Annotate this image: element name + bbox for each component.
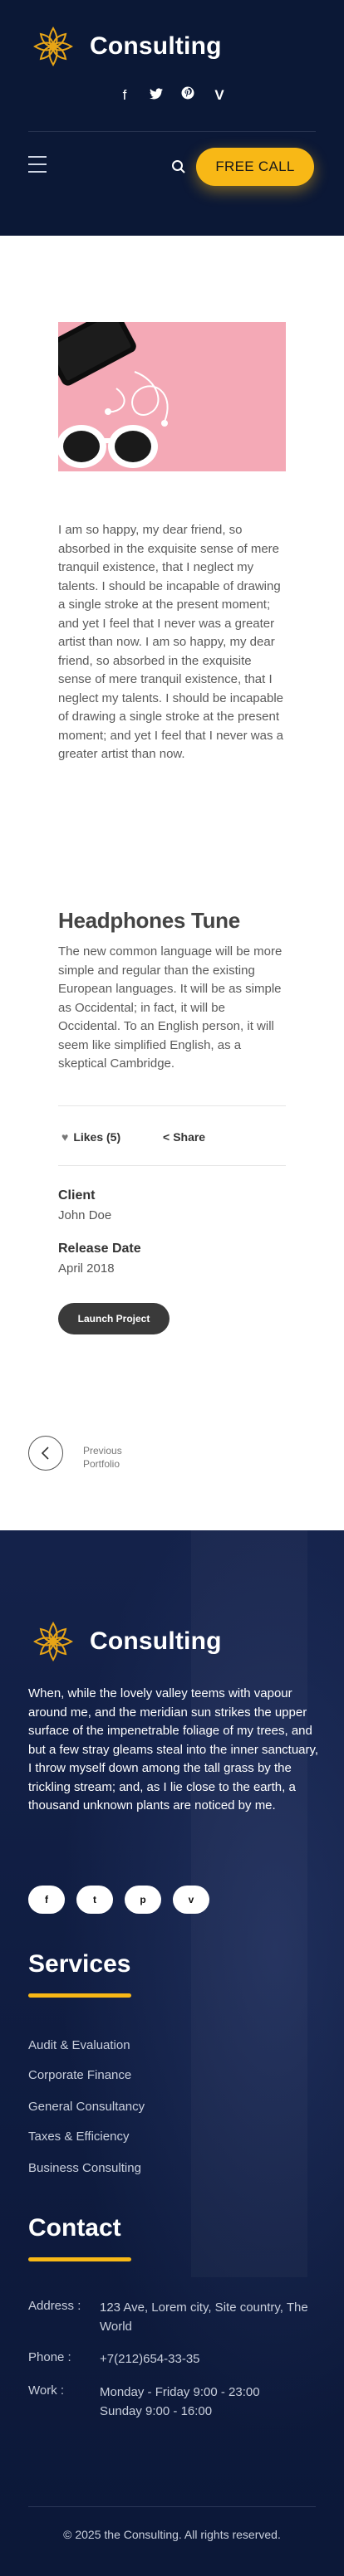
project-intro-text: I am so happy, my dear friend, so absorb… [58,523,284,761]
service-link-consultancy[interactable]: General Consultancy [28,2100,145,2114]
site-footer: Consulting When, while the lovely valley… [0,1530,344,2576]
twitter-icon[interactable] [146,87,166,104]
services-heading: Services [28,1950,131,1978]
launch-project-button[interactable]: Launch Project [58,1303,170,1334]
vimeo-icon[interactable]: v [173,1886,209,1914]
lotus-logo-icon [33,27,73,66]
phone-value[interactable]: +7(212)654-33-35 [100,2350,324,2369]
twitter-icon[interactable]: t [76,1886,113,1914]
lotus-logo-icon [33,1622,73,1661]
divider-bottom [58,1165,286,1166]
service-link-finance[interactable]: Corporate Finance [28,2068,131,2082]
header-divider [28,131,316,132]
work-hours-label: Work : [28,2383,65,2398]
portfolio-label: Portfolio [83,1458,120,1470]
footer-brand-name: Consulting [90,1627,222,1655]
likes-label: Likes (5) [73,1130,121,1144]
address-value: 123 Ave, Lorem city, Site country, The W… [100,2300,308,2334]
client-label: Client [58,1188,96,1203]
project-detail: I am so happy, my dear friend, so absorb… [0,236,344,1530]
service-link-taxes[interactable]: Taxes & Efficiency [28,2130,129,2144]
free-call-button[interactable]: FREE CALL [196,148,314,186]
release-date-value: April 2018 [58,1261,115,1276]
release-date-label: Release Date [58,1242,141,1256]
brand-name: Consulting [90,32,222,60]
headphones-photo [58,322,286,471]
address-label: Address : [28,2299,81,2313]
search-icon[interactable] [171,159,186,174]
service-link-business[interactable]: Business Consulting [28,2161,141,2175]
phone-label: Phone : [28,2350,71,2364]
services-underline [28,1993,131,1998]
likes-button[interactable]: ♥ Likes (5) [61,1130,120,1144]
footer-social-links: f t p v [28,1886,209,1914]
footer-divider [28,2506,316,2507]
previous-portfolio-button[interactable] [28,1436,63,1471]
facebook-icon[interactable]: f [28,1886,65,1914]
footer-logo[interactable]: Consulting [28,1617,222,1666]
site-header: Consulting f V FREE CALL [0,0,344,236]
share-label: Share [173,1130,206,1144]
service-link-audit[interactable]: Audit & Evaluation [28,2038,130,2052]
vimeo-icon[interactable]: V [209,87,229,104]
share-button[interactable]: < Share [163,1130,205,1144]
contact-underline [28,2257,131,2261]
previous-label: Previous [83,1445,122,1456]
chevron-left-icon [41,1447,49,1460]
client-value: John Doe [58,1208,112,1222]
previous-portfolio-link[interactable]: Previous Portfolio [83,1444,122,1471]
pinterest-icon[interactable] [178,86,198,104]
header-social-links: f V [115,86,229,104]
work-hours-value: Monday - Friday 9:00 - 23:00 Sunday 9:00… [100,2385,260,2418]
facebook-icon[interactable]: f [115,87,135,104]
logo[interactable]: Consulting [28,22,222,71]
contact-heading: Contact [28,2214,121,2242]
pinterest-icon[interactable]: p [125,1886,161,1914]
project-description: The new common language will be more sim… [58,944,283,1071]
project-image [58,322,286,471]
menu-hamburger-icon[interactable] [28,156,47,178]
project-title: Headphones Tune [58,908,240,933]
footer-about-text: When, while the lovely valley teems with… [28,1686,319,1812]
divider-top [58,1105,286,1106]
copyright-text: © 2025 the Consulting. All rights reserv… [63,2528,281,2541]
share-icon: < [163,1130,170,1144]
heart-icon: ♥ [61,1130,69,1144]
